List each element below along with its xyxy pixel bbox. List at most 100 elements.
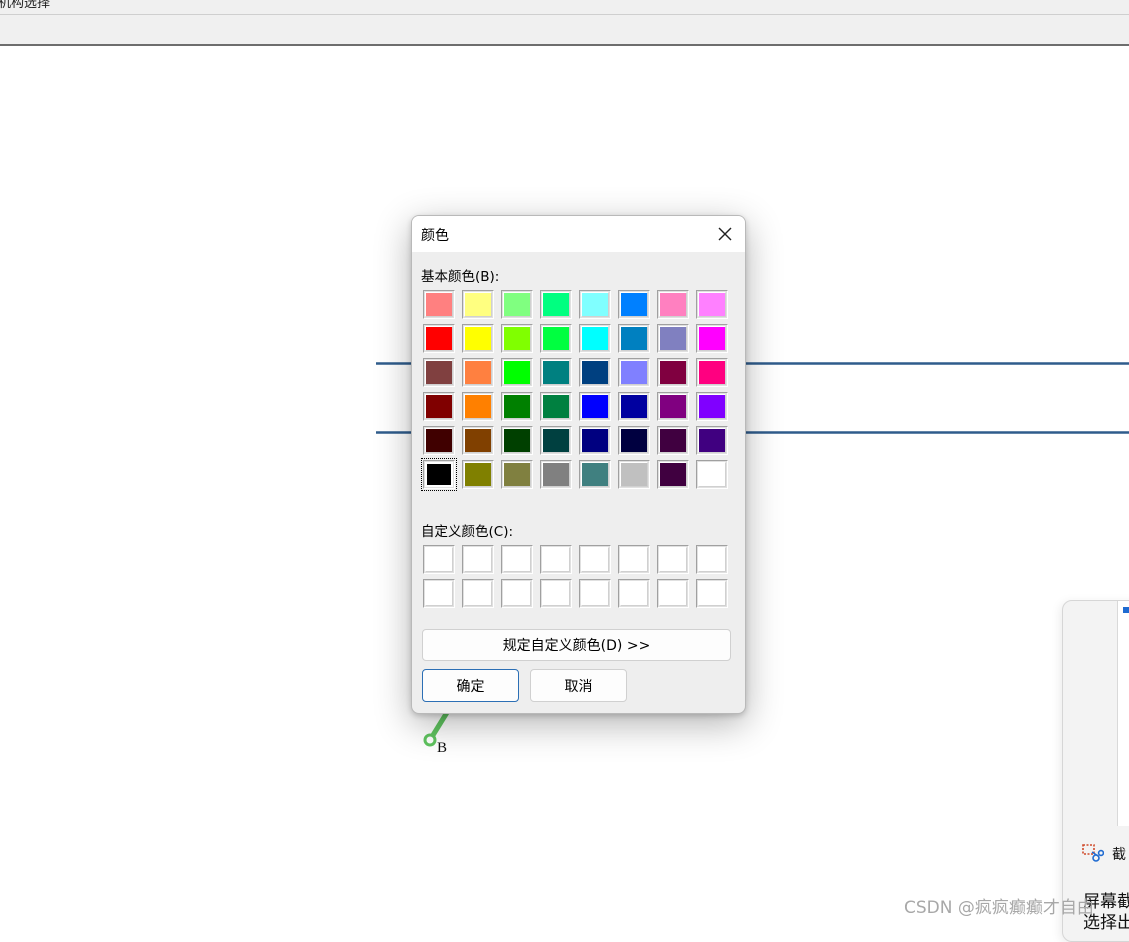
basic-color-swatch-fill — [581, 462, 609, 487]
basic-color-swatch[interactable] — [423, 392, 455, 421]
basic-color-swatch-fill — [425, 292, 453, 317]
basic-color-swatch[interactable] — [462, 358, 494, 387]
dialog-titlebar: 颜色 — [412, 216, 745, 252]
basic-color-swatch[interactable] — [462, 426, 494, 455]
custom-color-swatch-fill — [698, 581, 726, 606]
custom-color-swatch[interactable] — [462, 545, 494, 574]
custom-colors-grid — [423, 545, 728, 608]
basic-color-swatch[interactable] — [501, 460, 533, 489]
basic-color-swatch-fill — [503, 394, 531, 419]
basic-color-swatch[interactable] — [579, 392, 611, 421]
basic-color-swatch[interactable] — [501, 358, 533, 387]
basic-color-swatch[interactable] — [540, 324, 572, 353]
basic-color-swatch[interactable] — [462, 392, 494, 421]
custom-color-swatch[interactable] — [618, 579, 650, 608]
custom-color-swatch[interactable] — [579, 545, 611, 574]
basic-color-swatch[interactable] — [618, 290, 650, 319]
basic-color-swatch[interactable] — [696, 358, 728, 387]
basic-color-swatch-fill — [464, 428, 492, 453]
basic-color-swatch[interactable] — [618, 324, 650, 353]
custom-color-swatch[interactable] — [423, 579, 455, 608]
custom-color-swatch-fill — [620, 581, 648, 606]
basic-color-swatch-fill — [581, 394, 609, 419]
basic-color-swatch-fill — [464, 360, 492, 385]
basic-color-swatch-fill — [503, 428, 531, 453]
basic-color-swatch[interactable] — [618, 358, 650, 387]
basic-color-swatch-fill — [698, 428, 726, 453]
snip-action-label[interactable]: 截 — [1112, 844, 1126, 864]
basic-color-swatch-fill — [698, 394, 726, 419]
custom-color-swatch[interactable] — [696, 545, 728, 574]
basic-color-swatch[interactable] — [618, 392, 650, 421]
basic-color-swatch[interactable] — [462, 290, 494, 319]
custom-color-swatch[interactable] — [696, 579, 728, 608]
custom-color-swatch[interactable] — [618, 545, 650, 574]
basic-color-swatch-fill — [425, 360, 453, 385]
custom-color-swatch[interactable] — [501, 579, 533, 608]
close-icon — [718, 227, 732, 241]
basic-color-swatch[interactable] — [657, 324, 689, 353]
basic-color-swatch[interactable] — [579, 358, 611, 387]
basic-color-swatch[interactable] — [423, 324, 455, 353]
basic-color-swatch-fill — [659, 394, 687, 419]
basic-color-swatch[interactable] — [579, 290, 611, 319]
basic-color-swatch[interactable] — [421, 458, 457, 491]
custom-color-swatch[interactable] — [657, 579, 689, 608]
basic-color-swatch[interactable] — [618, 460, 650, 489]
basic-color-swatch-fill — [503, 326, 531, 351]
custom-color-swatch[interactable] — [540, 579, 572, 608]
basic-color-swatch-fill — [620, 462, 648, 487]
basic-color-swatch[interactable] — [540, 460, 572, 489]
basic-color-swatch[interactable] — [540, 290, 572, 319]
custom-color-swatch[interactable] — [501, 545, 533, 574]
basic-color-swatch[interactable] — [657, 392, 689, 421]
custom-color-swatch[interactable] — [462, 579, 494, 608]
basic-color-swatch-fill — [503, 360, 531, 385]
basic-color-swatch[interactable] — [579, 324, 611, 353]
screenshot-preview[interactable] — [1117, 601, 1129, 826]
basic-color-swatch[interactable] — [462, 324, 494, 353]
basic-color-swatch-fill — [620, 360, 648, 385]
basic-color-swatch[interactable] — [501, 324, 533, 353]
basic-color-swatch-fill — [620, 428, 648, 453]
basic-color-swatch[interactable] — [657, 426, 689, 455]
custom-color-swatch-fill — [620, 547, 648, 572]
basic-color-swatch[interactable] — [423, 290, 455, 319]
custom-color-swatch[interactable] — [423, 545, 455, 574]
define-custom-colors-button[interactable]: 规定自定义颜色(D) >> — [422, 629, 731, 661]
basic-color-swatch[interactable] — [501, 426, 533, 455]
basic-color-swatch[interactable] — [696, 426, 728, 455]
basic-color-swatch[interactable] — [579, 426, 611, 455]
snipping-tool-icon — [1082, 844, 1104, 862]
joint-b-marker — [423, 733, 437, 747]
basic-color-swatch[interactable] — [657, 290, 689, 319]
basic-color-swatch[interactable] — [423, 358, 455, 387]
basic-color-swatch-fill — [542, 462, 570, 487]
basic-color-swatch[interactable] — [540, 358, 572, 387]
basic-color-swatch[interactable] — [696, 324, 728, 353]
basic-color-swatch[interactable] — [540, 426, 572, 455]
basic-color-swatch-fill — [659, 292, 687, 317]
close-button[interactable] — [705, 216, 745, 252]
basic-color-swatch-fill — [698, 360, 726, 385]
basic-color-swatch[interactable] — [462, 460, 494, 489]
basic-color-swatch[interactable] — [696, 460, 728, 489]
cancel-button[interactable]: 取消 — [530, 669, 627, 702]
custom-color-swatch[interactable] — [579, 579, 611, 608]
custom-color-swatch[interactable] — [657, 545, 689, 574]
basic-color-swatch[interactable] — [696, 290, 728, 319]
basic-color-swatch[interactable] — [540, 392, 572, 421]
basic-color-swatch[interactable] — [657, 460, 689, 489]
basic-color-swatch-fill — [425, 462, 453, 487]
basic-color-swatch[interactable] — [696, 392, 728, 421]
basic-color-swatch[interactable] — [501, 290, 533, 319]
basic-color-swatch[interactable] — [618, 426, 650, 455]
basic-color-swatch-fill — [425, 428, 453, 453]
basic-colors-label: 基本颜色(B): — [421, 269, 500, 285]
basic-color-swatch[interactable] — [657, 358, 689, 387]
ok-button[interactable]: 确定 — [422, 669, 519, 702]
basic-color-swatch[interactable] — [501, 392, 533, 421]
basic-color-swatch[interactable] — [579, 460, 611, 489]
basic-color-swatch[interactable] — [423, 426, 455, 455]
custom-color-swatch[interactable] — [540, 545, 572, 574]
